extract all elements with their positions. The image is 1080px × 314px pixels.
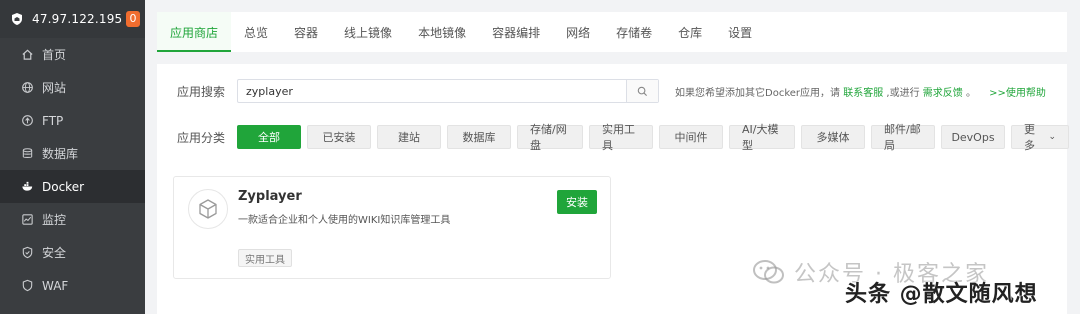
sidebar-item-monitor[interactable]: 监控 bbox=[0, 203, 145, 236]
sidebar: 47.97.122.195 0 首页 网站 FTP 数据库 Docker 监控 … bbox=[0, 0, 145, 314]
category-devops[interactable]: DevOps bbox=[941, 125, 1005, 149]
search-input[interactable] bbox=[238, 80, 626, 102]
server-logo-icon bbox=[12, 13, 22, 25]
feedback-link[interactable]: 需求反馈 bbox=[923, 88, 963, 99]
app-card[interactable]: Zyplayer 一款适合企业和个人使用的WIKI知识库管理工具 安装 实用工具 bbox=[173, 176, 611, 279]
sidebar-item-ftp[interactable]: FTP bbox=[0, 104, 145, 137]
app-logo bbox=[188, 189, 228, 229]
chevron-down-icon: ⌄ bbox=[1048, 132, 1056, 142]
tab-registry[interactable]: 仓库 bbox=[665, 12, 715, 52]
docker-icon bbox=[20, 180, 34, 194]
tab-app-store[interactable]: 应用商店 bbox=[157, 12, 232, 52]
monitor-icon bbox=[20, 213, 34, 227]
shield-icon bbox=[20, 246, 34, 260]
category-list: 全部 已安装 建站 数据库 存储/网盘 实用工具 中间件 AI/大模型 多媒体 … bbox=[237, 123, 1069, 152]
notification-badge[interactable]: 0 bbox=[126, 11, 140, 27]
sidebar-item-label: 监控 bbox=[42, 213, 67, 227]
tab-compose[interactable]: 容器编排 bbox=[479, 12, 553, 52]
globe-icon bbox=[20, 81, 34, 95]
install-button[interactable]: 安装 bbox=[557, 190, 597, 214]
category-mail[interactable]: 邮件/邮局 bbox=[871, 123, 935, 152]
category-label: 应用分类 bbox=[177, 130, 226, 145]
hint-text-end: 。 bbox=[965, 87, 976, 99]
app-description: 一款适合企业和个人使用的WIKI知识库管理工具 bbox=[238, 215, 451, 226]
tab-online-images[interactable]: 线上镜像 bbox=[331, 12, 405, 52]
sidebar-item-security[interactable]: 安全 bbox=[0, 236, 145, 269]
cube-icon bbox=[199, 199, 217, 219]
sidebar-item-docker[interactable]: Docker bbox=[0, 170, 145, 203]
tab-overview[interactable]: 总览 bbox=[231, 12, 281, 52]
category-storage[interactable]: 存储/网盘 bbox=[517, 123, 583, 152]
tab-network[interactable]: 网络 bbox=[553, 12, 603, 52]
sidebar-item-label: 数据库 bbox=[42, 147, 79, 161]
tab-local-images[interactable]: 本地镜像 bbox=[405, 12, 479, 52]
database-icon bbox=[20, 147, 34, 161]
category-media[interactable]: 多媒体 bbox=[801, 125, 865, 149]
category-database[interactable]: 数据库 bbox=[447, 125, 511, 149]
home-icon bbox=[20, 48, 34, 62]
category-all[interactable]: 全部 bbox=[237, 125, 301, 149]
search-icon bbox=[637, 86, 648, 96]
docker-tabs: 应用商店 总览 容器 线上镜像 本地镜像 容器编排 网络 存储卷 仓库 设置 bbox=[157, 12, 1067, 52]
sidebar-item-label: 安全 bbox=[42, 246, 67, 260]
search-row: 应用搜索 如果您希望添加其它Docker应用，请 联系客服 ,或进行 需求反馈 … bbox=[177, 79, 1046, 103]
category-middleware[interactable]: 中间件 bbox=[659, 125, 723, 149]
sidebar-item-home[interactable]: 首页 bbox=[0, 38, 145, 71]
help-link[interactable]: >>使用帮助 bbox=[989, 88, 1046, 99]
category-row: 应用分类 全部 已安装 建站 数据库 存储/网盘 实用工具 中间件 AI/大模型… bbox=[177, 123, 1069, 152]
category-more[interactable]: 更多 ⌄ bbox=[1011, 123, 1069, 152]
category-ai[interactable]: AI/大模型 bbox=[729, 123, 795, 152]
hint-text-mid: ,或进行 bbox=[886, 87, 920, 99]
category-utilities[interactable]: 实用工具 bbox=[589, 123, 653, 152]
app-name: Zyplayer bbox=[238, 189, 302, 204]
sidebar-item-label: FTP bbox=[42, 113, 64, 128]
watermark-toutiao: 头条 @散文随风想 bbox=[845, 282, 1038, 307]
sidebar-item-waf[interactable]: WAF bbox=[0, 269, 145, 302]
server-header: 47.97.122.195 0 bbox=[0, 0, 145, 38]
category-more-label: 更多 bbox=[1024, 123, 1035, 152]
app-tag[interactable]: 实用工具 bbox=[238, 249, 292, 267]
tab-volumes[interactable]: 存储卷 bbox=[603, 12, 665, 52]
tab-settings[interactable]: 设置 bbox=[715, 12, 765, 52]
sidebar-item-database[interactable]: 数据库 bbox=[0, 137, 145, 170]
tab-containers[interactable]: 容器 bbox=[281, 12, 331, 52]
sidebar-item-label: Docker bbox=[42, 179, 85, 194]
server-ip: 47.97.122.195 bbox=[32, 12, 123, 26]
sidebar-item-website[interactable]: 网站 bbox=[0, 71, 145, 104]
category-website[interactable]: 建站 bbox=[377, 125, 441, 149]
wechat-icon bbox=[753, 260, 784, 284]
ftp-icon bbox=[20, 114, 34, 128]
search-label: 应用搜索 bbox=[177, 84, 226, 99]
sidebar-item-label: 网站 bbox=[42, 81, 67, 95]
search-box bbox=[237, 79, 659, 103]
hint-text: 如果您希望添加其它Docker应用，请 bbox=[675, 87, 841, 99]
search-button[interactable] bbox=[626, 80, 658, 102]
waf-icon bbox=[20, 279, 34, 293]
sidebar-item-label: WAF bbox=[42, 278, 69, 293]
category-installed[interactable]: 已安装 bbox=[307, 125, 371, 149]
contact-support-link[interactable]: 联系客服 bbox=[843, 88, 883, 99]
sidebar-item-label: 首页 bbox=[42, 48, 67, 62]
search-hint: 如果您希望添加其它Docker应用，请 联系客服 ,或进行 需求反馈 。 >>使… bbox=[675, 84, 1046, 99]
